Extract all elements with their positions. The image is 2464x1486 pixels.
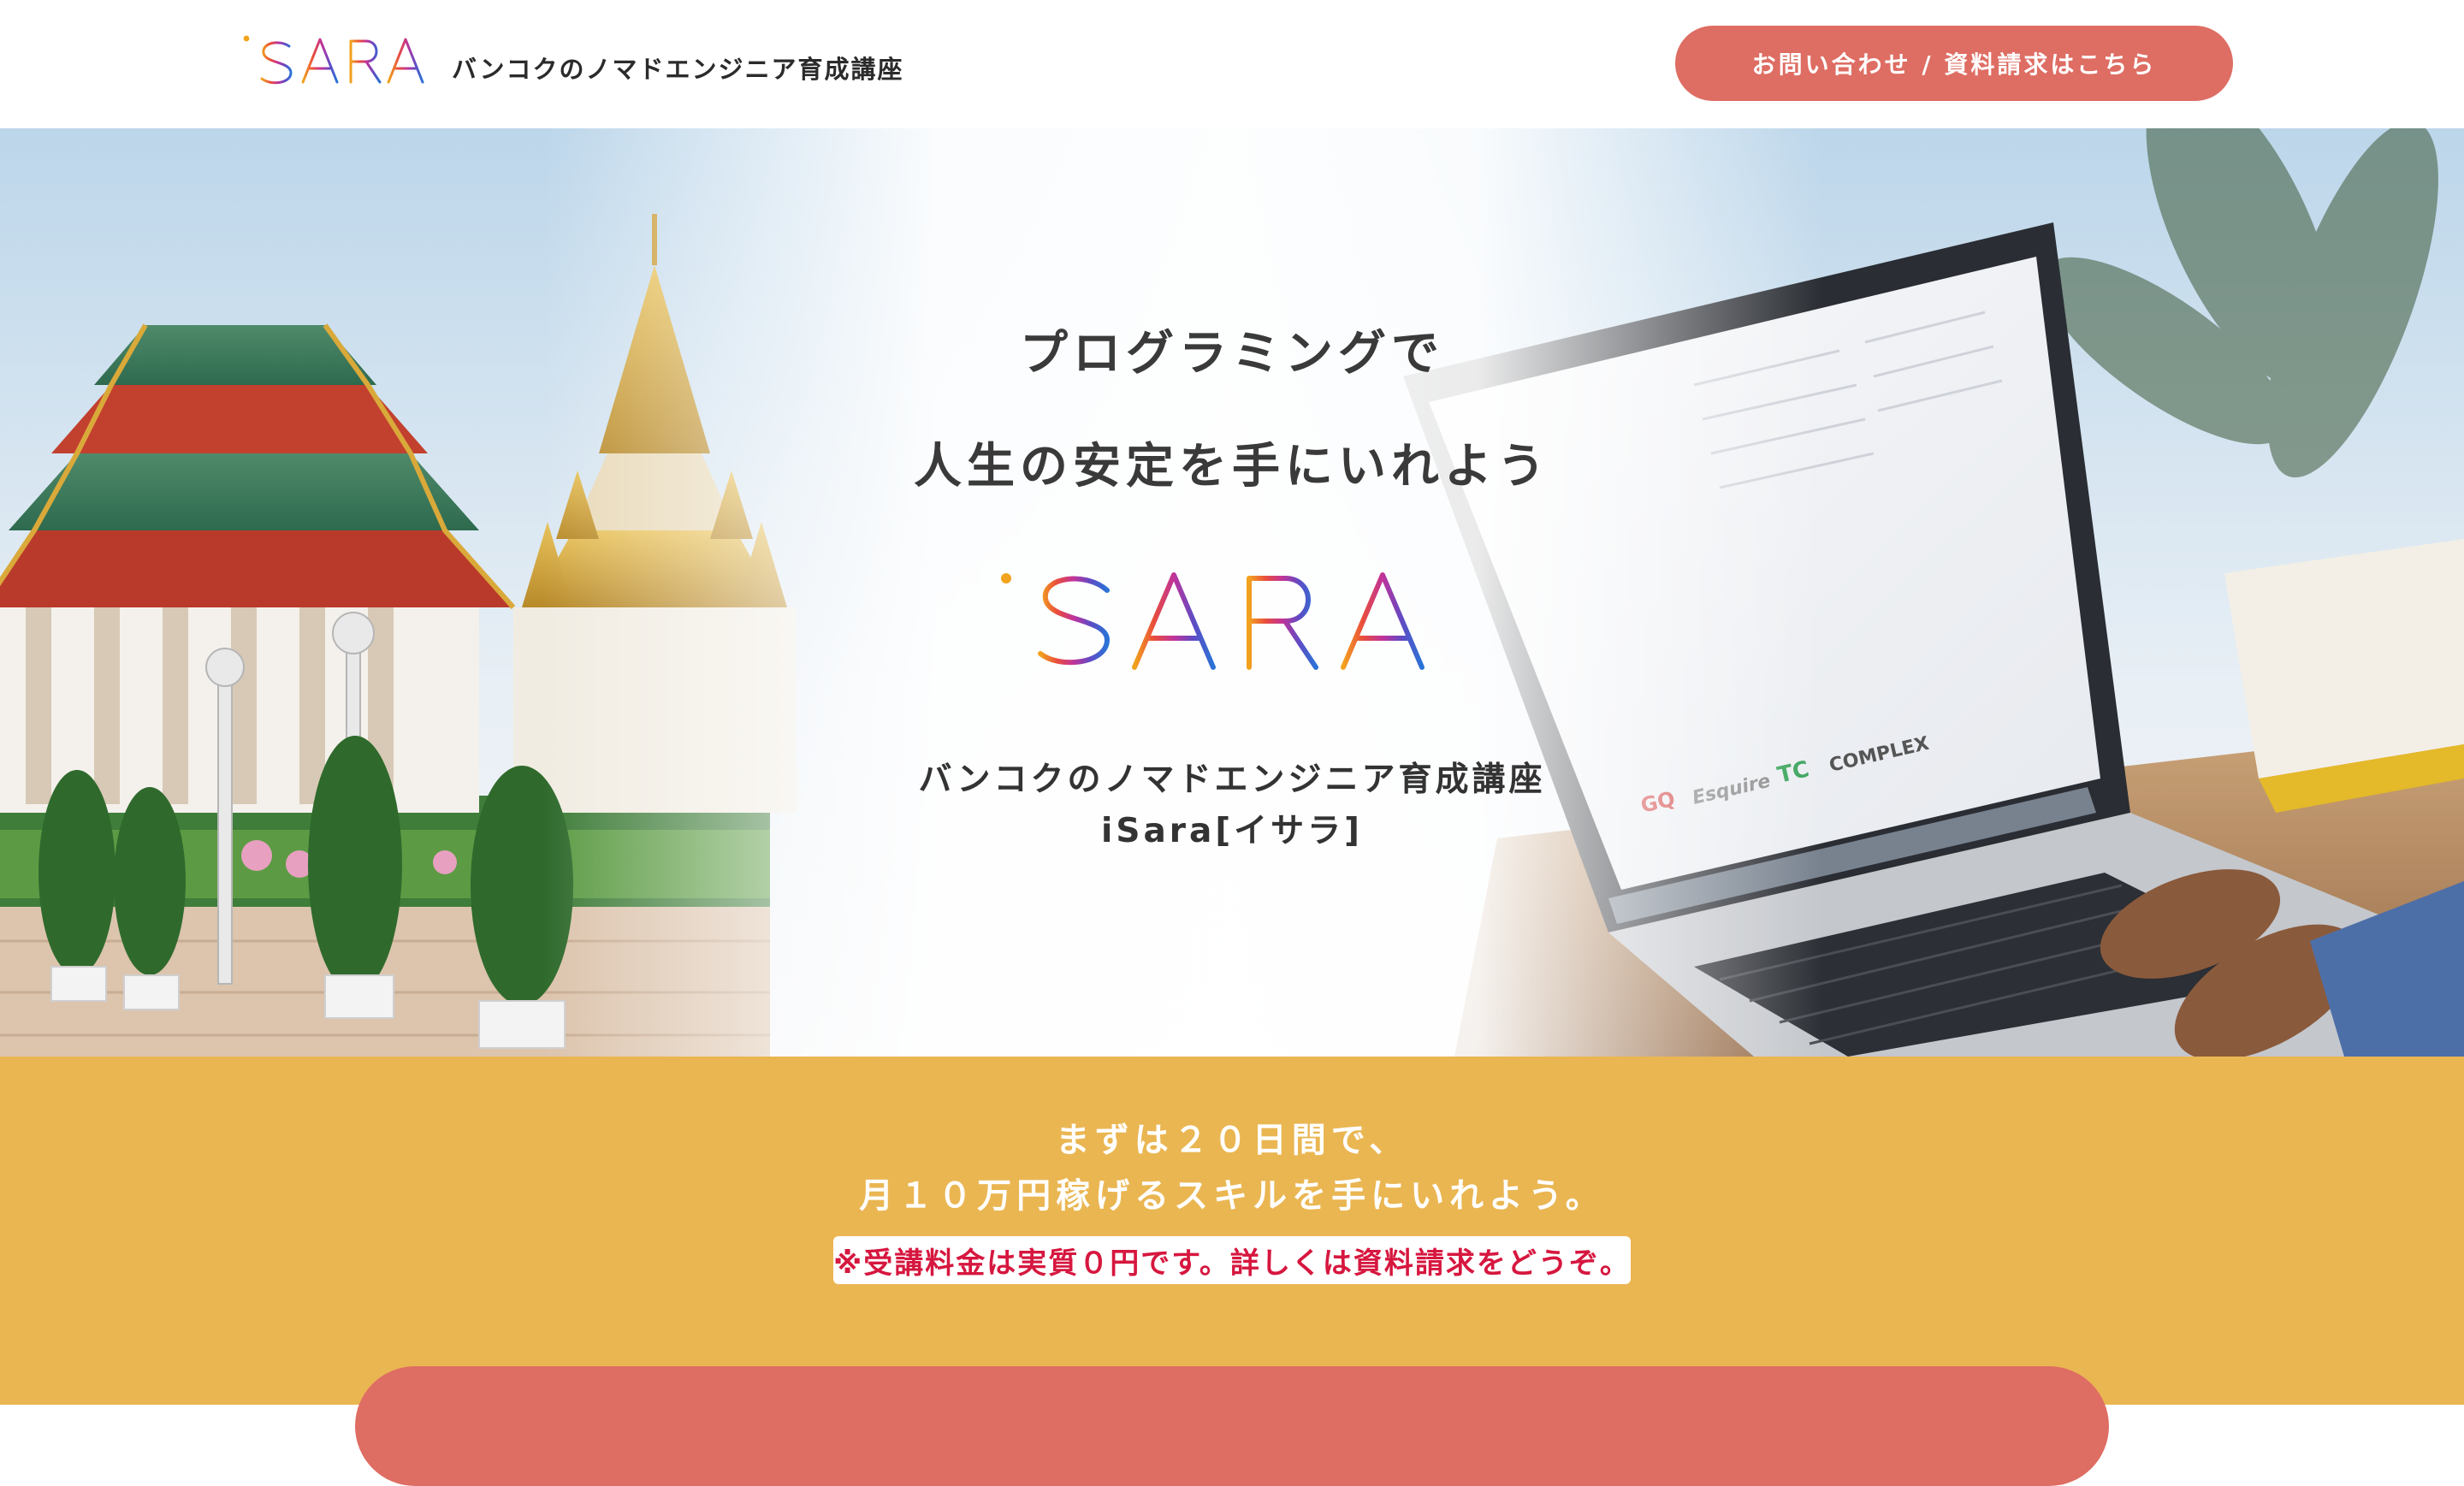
hero-subtitle-line2: iSara[イサラ] bbox=[1101, 812, 1363, 850]
promo-line2: 月１０万円稼げるスキルを手にいれよう。 bbox=[859, 1176, 1605, 1216]
isara-hero-logo bbox=[1001, 572, 1424, 670]
bottom-cta-button[interactable] bbox=[355, 1366, 2109, 1486]
promo-band: まずは２０日間で、 月１０万円稼げるスキルを手にいれよう。 ※受講料金は実質０円… bbox=[0, 1057, 2464, 1486]
header-tagline: バンコクのノマドエンジニア育成講座 bbox=[452, 55, 904, 84]
hero-subtitle-line1: バンコクのノマドエンジニア育成講座 bbox=[918, 761, 1546, 799]
hero-section: GQ Esquire TC COMPLEX bbox=[0, 128, 2464, 1057]
promo-line1: まずは２０日間で、 bbox=[1055, 1121, 1409, 1160]
site-header: バンコクのノマドエンジニア育成講座 お問い合わせ / 資料請求はこちら bbox=[0, 0, 2464, 128]
isara-logo[interactable] bbox=[241, 31, 438, 91]
free-tuition-note: ※受講料金は実質０円です。詳しくは資料請求をどうぞ。 bbox=[833, 1236, 1631, 1284]
hero-text-block: プログラミングで 人生の安定を手にいれよう バンコクのノマドエンジニア育成講座 … bbox=[719, 128, 1745, 1057]
hero-headline-line2: 人生の安定を手にいれよう bbox=[914, 439, 1550, 494]
hero-headline-line1: プログラミングで bbox=[1020, 326, 1444, 382]
contact-request-button[interactable]: お問い合わせ / 資料請求はこちら bbox=[1675, 26, 2233, 101]
